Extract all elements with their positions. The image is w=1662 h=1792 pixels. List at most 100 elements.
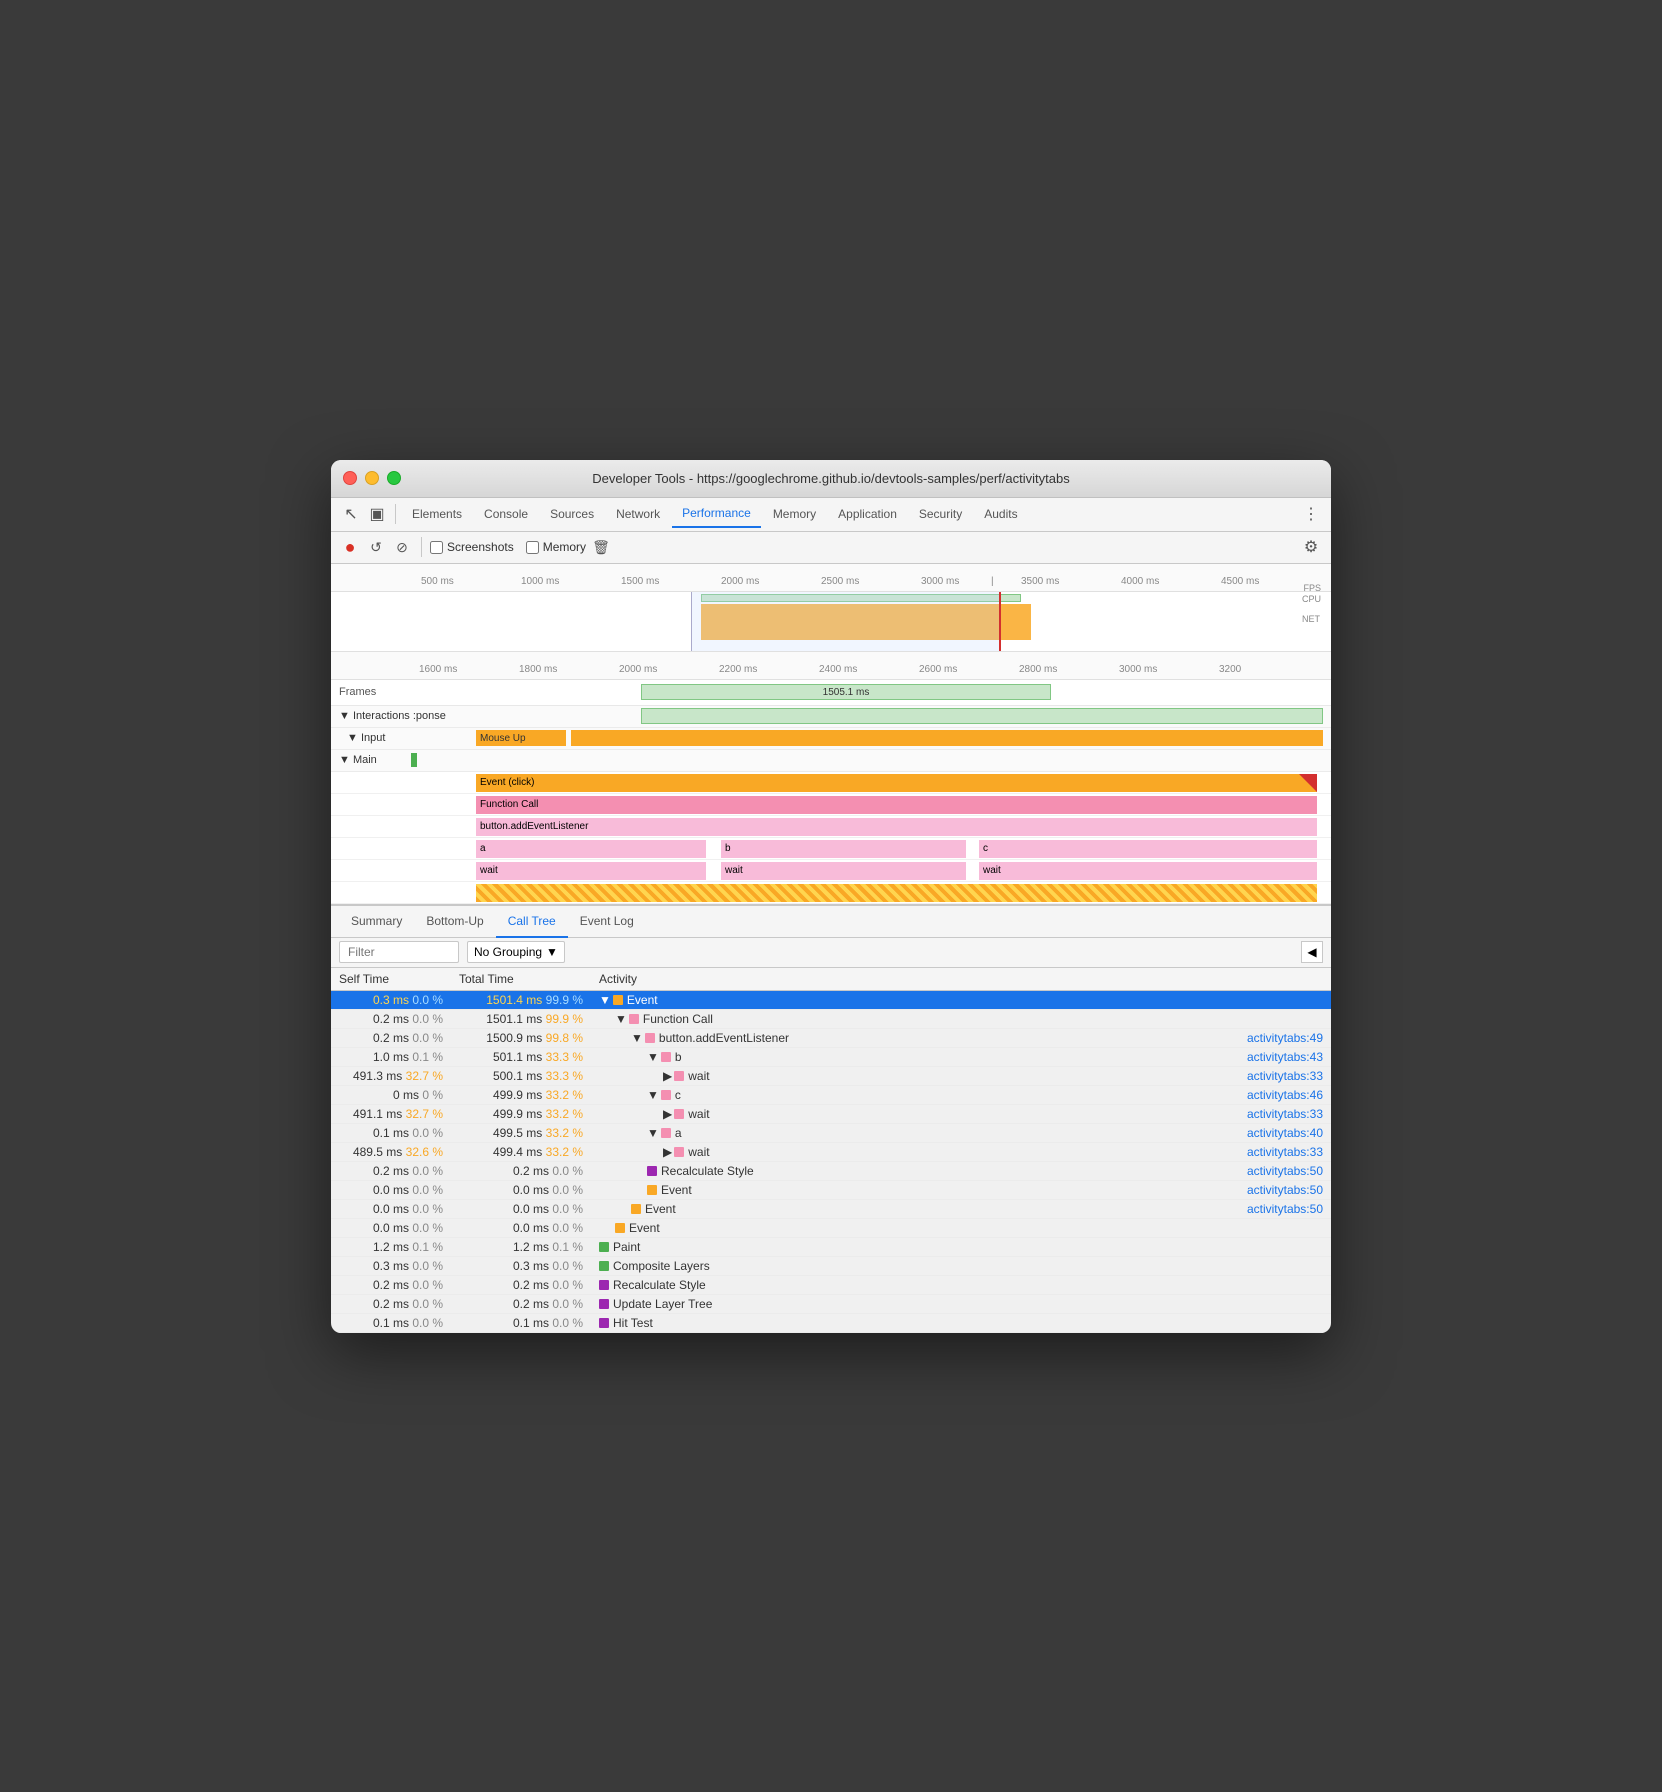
trash-button[interactable]: 🗑 [590, 536, 612, 558]
tab-sources[interactable]: Sources [540, 501, 604, 527]
activity-name: Recalculate Style [613, 1278, 706, 1292]
activity-link[interactable]: activitytabs:50 [1247, 1202, 1323, 1216]
table-row[interactable]: 0.0 ms 0.0 %0.0 ms 0.0 %Event [331, 1218, 1331, 1237]
performance-area: 500 ms 1000 ms 1500 ms 2000 ms 2500 ms 3… [331, 564, 1331, 904]
event-click-label: Event (click) [480, 777, 534, 788]
minimize-button[interactable] [365, 471, 379, 485]
table-row[interactable]: 489.5 ms 32.6 %499.4 ms 33.2 %▶wait acti… [331, 1142, 1331, 1161]
activity-name: button.addEventListener [659, 1031, 789, 1045]
table-row[interactable]: 0.0 ms 0.0 %0.0 ms 0.0 %Event activityta… [331, 1180, 1331, 1199]
activity-link[interactable]: activitytabs:40 [1247, 1126, 1323, 1140]
activity-link[interactable]: activitytabs:33 [1247, 1107, 1323, 1121]
tick-2600: 2600 ms [919, 664, 957, 675]
tab-network[interactable]: Network [606, 501, 670, 527]
button-addeventlistener-label: button.addEventListener [480, 821, 588, 832]
main-label: ▼ Main [339, 754, 377, 766]
table-row[interactable]: 1.0 ms 0.1 %501.1 ms 33.3 %▼b activityta… [331, 1047, 1331, 1066]
tab-application[interactable]: Application [828, 501, 907, 527]
activity-name: wait [688, 1069, 709, 1083]
tab-elements[interactable]: Elements [402, 501, 472, 527]
tab-performance[interactable]: Performance [672, 500, 761, 528]
maximize-button[interactable] [387, 471, 401, 485]
activity-name: Paint [613, 1240, 640, 1254]
screenshots-checkbox-label[interactable]: Screenshots [430, 540, 514, 554]
activity-link[interactable]: activitytabs:43 [1247, 1050, 1323, 1064]
table-row[interactable]: 0.3 ms 0.0 %1501.4 ms 99.9 %▼Event [331, 990, 1331, 1009]
tab-bottom-up[interactable]: Bottom-Up [414, 906, 495, 938]
activity-link[interactable]: activitytabs:50 [1247, 1164, 1323, 1178]
tree-toggle[interactable]: ▶ [663, 1069, 672, 1083]
tick-2800: 2800 ms [1019, 664, 1057, 675]
tree-toggle[interactable]: ▼ [615, 1012, 627, 1026]
more-icon[interactable]: ⋮ [1299, 502, 1323, 526]
tab-call-tree[interactable]: Call Tree [496, 906, 568, 938]
tree-toggle[interactable]: ▼ [647, 1126, 659, 1140]
tab-event-log[interactable]: Event Log [568, 906, 646, 938]
cell-self-time: 0.2 ms 0.0 % [331, 1161, 451, 1180]
activity-link[interactable]: activitytabs:33 [1247, 1145, 1323, 1159]
activity-link[interactable]: activitytabs:46 [1247, 1088, 1323, 1102]
table-row[interactable]: 0.2 ms 0.0 %0.2 ms 0.0 %Recalculate Styl… [331, 1161, 1331, 1180]
tree-toggle[interactable]: ▶ [663, 1107, 672, 1121]
filter-input[interactable] [339, 941, 459, 963]
cell-activity: ▼Event [591, 990, 1331, 1009]
activity-name: wait [688, 1107, 709, 1121]
cell-self-time: 0.2 ms 0.0 % [331, 1009, 451, 1028]
memory-checkbox[interactable] [526, 541, 539, 554]
table-row[interactable]: 1.2 ms 0.1 %1.2 ms 0.1 %Paint [331, 1237, 1331, 1256]
mouse-up-label: Mouse Up [480, 733, 526, 744]
table-row[interactable]: 0.0 ms 0.0 %0.0 ms 0.0 %Event activityta… [331, 1199, 1331, 1218]
tick-1800: 1800 ms [519, 664, 557, 675]
flame-wait-row: wait wait wait [331, 860, 1331, 882]
activity-link[interactable]: activitytabs:50 [1247, 1183, 1323, 1197]
table-row[interactable]: 0.1 ms 0.0 %499.5 ms 33.2 %▼a activityta… [331, 1123, 1331, 1142]
dock-icon[interactable]: ▣ [365, 502, 389, 526]
table-row[interactable]: 0.2 ms 0.0 %0.2 ms 0.0 %Recalculate Styl… [331, 1275, 1331, 1294]
frames-row: Frames 1505.1 ms [331, 680, 1331, 706]
activity-link[interactable]: activitytabs:33 [1247, 1069, 1323, 1083]
table-row[interactable]: 0.2 ms 0.0 %1500.9 ms 99.8 %▼button.addE… [331, 1028, 1331, 1047]
tree-toggle[interactable]: ▼ [631, 1031, 643, 1045]
main-toolbar: ↖ ▣ Elements Console Sources Network Per… [331, 498, 1331, 532]
frames-label: Frames [339, 686, 419, 698]
cell-total-time: 0.3 ms 0.0 % [451, 1256, 591, 1275]
memory-checkbox-label[interactable]: Memory [526, 540, 586, 554]
activity-name: wait [688, 1145, 709, 1159]
tree-toggle[interactable]: ▼ [599, 993, 611, 1007]
clear-button[interactable]: ⊘ [391, 536, 413, 558]
tree-toggle[interactable]: ▶ [663, 1145, 672, 1159]
activity-name: c [675, 1088, 681, 1102]
tab-summary[interactable]: Summary [339, 906, 414, 938]
activity-link[interactable]: activitytabs:49 [1247, 1031, 1323, 1045]
table-row[interactable]: 0.3 ms 0.0 %0.3 ms 0.0 %Composite Layers [331, 1256, 1331, 1275]
button-addeventlistener-block: button.addEventListener [476, 818, 1317, 836]
cell-self-time: 0.1 ms 0.0 % [331, 1313, 451, 1332]
tab-audits[interactable]: Audits [974, 501, 1027, 527]
activity-name: Event [645, 1202, 676, 1216]
overflow-triangle [1299, 774, 1317, 792]
table-row[interactable]: 0.1 ms 0.0 %0.1 ms 0.0 %Hit Test [331, 1313, 1331, 1332]
a-label: a [480, 843, 486, 854]
tab-console[interactable]: Console [474, 501, 538, 527]
tab-security[interactable]: Security [909, 501, 972, 527]
screenshots-checkbox[interactable] [430, 541, 443, 554]
tree-toggle[interactable]: ▼ [647, 1088, 659, 1102]
record-button[interactable]: ● [339, 536, 361, 558]
close-button[interactable] [343, 471, 357, 485]
cell-total-time: 0.0 ms 0.0 % [451, 1218, 591, 1237]
col-activity: Activity [591, 968, 1331, 991]
cursor-icon[interactable]: ↖ [339, 502, 363, 526]
table-row[interactable]: 0.2 ms 0.0 %0.2 ms 0.0 %Update Layer Tre… [331, 1294, 1331, 1313]
table-row[interactable]: 491.3 ms 32.7 %500.1 ms 33.3 %▶wait acti… [331, 1066, 1331, 1085]
cell-self-time: 0.1 ms 0.0 % [331, 1123, 451, 1142]
table-row[interactable]: 0 ms 0 %499.9 ms 33.2 %▼c activitytabs:4… [331, 1085, 1331, 1104]
tree-toggle[interactable]: ▼ [647, 1050, 659, 1064]
settings-button[interactable]: ⚙ [1299, 535, 1323, 559]
table-row[interactable]: 0.2 ms 0.0 %1501.1 ms 99.9 %▼Function Ca… [331, 1009, 1331, 1028]
grouping-select[interactable]: No Grouping ▼ [467, 941, 565, 963]
table-row[interactable]: 491.1 ms 32.7 %499.9 ms 33.2 %▶wait acti… [331, 1104, 1331, 1123]
tab-memory[interactable]: Memory [763, 501, 826, 527]
collapse-button[interactable]: ◀ [1301, 941, 1323, 963]
data-table-container[interactable]: Self Time Total Time Activity 0.3 ms 0.0… [331, 968, 1331, 1333]
reload-button[interactable]: ↺ [365, 536, 387, 558]
